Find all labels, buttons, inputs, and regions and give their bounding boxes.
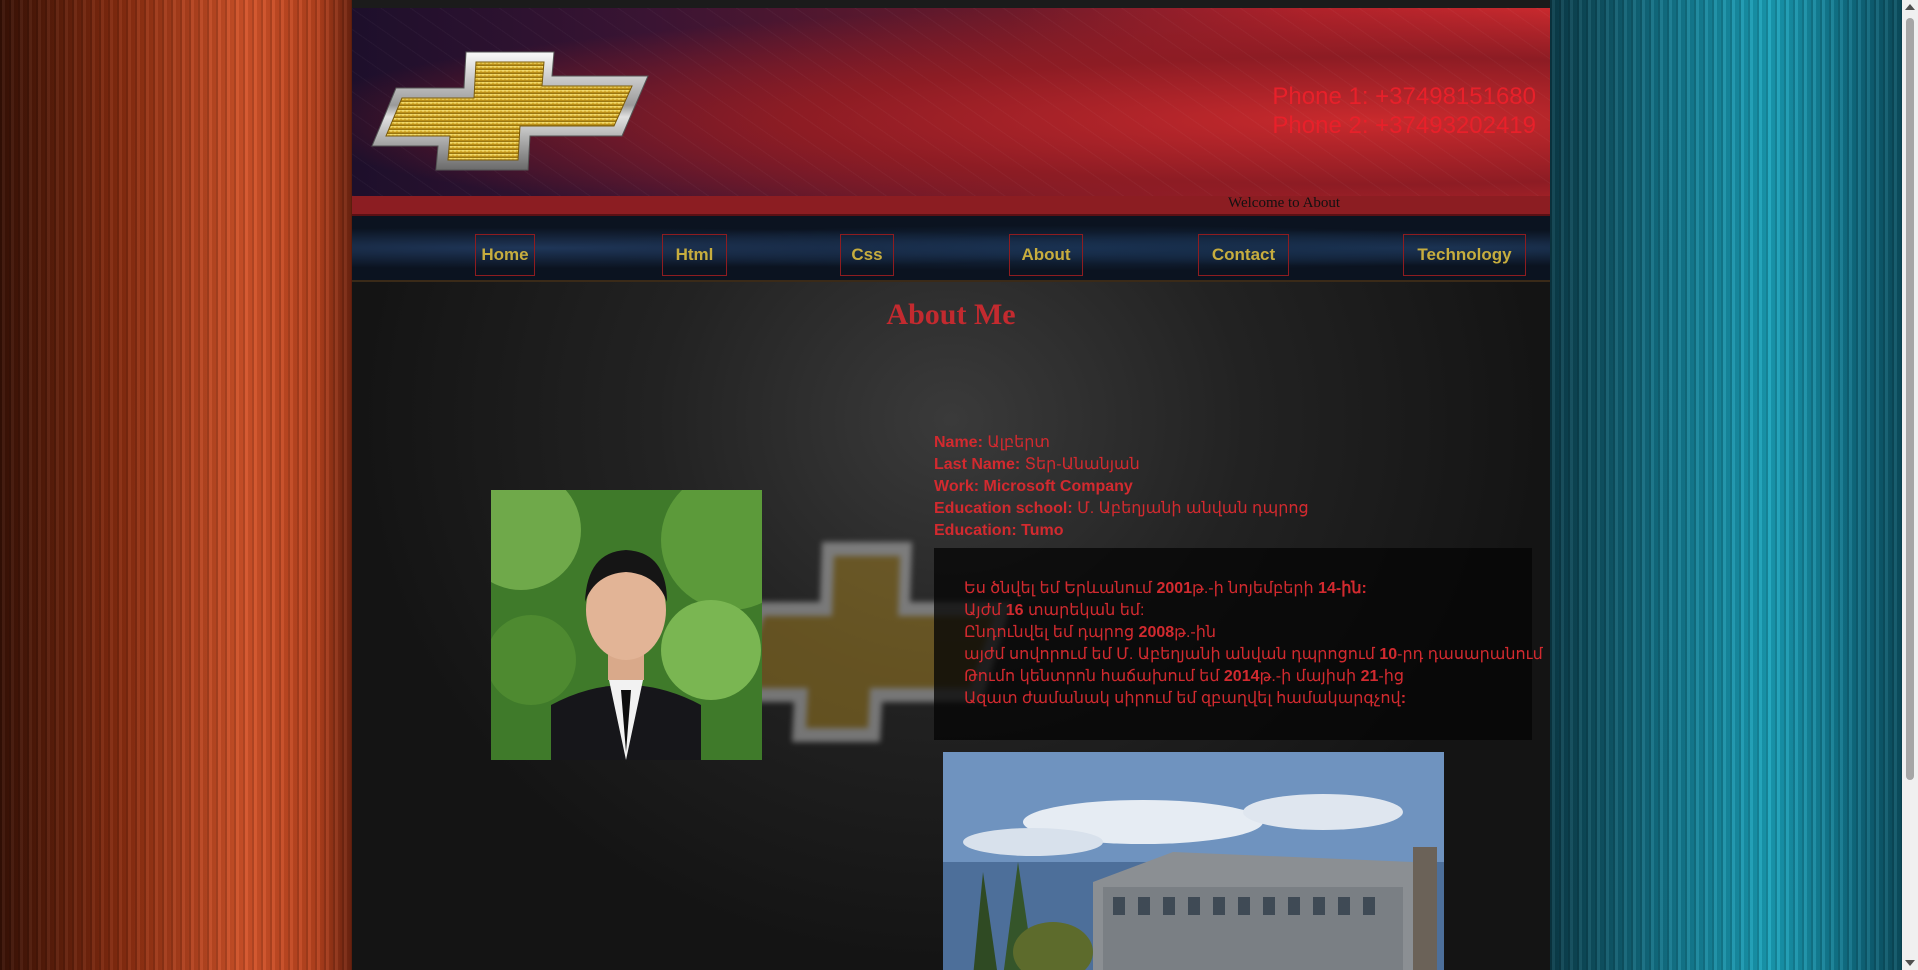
chevrolet-logo-icon [371,51,649,171]
nav-about[interactable]: About [1009,234,1083,276]
page-title: About Me [886,298,1016,331]
page-container: Phone 1: +37498151680 Phone 2: +37493202… [352,8,1550,970]
nav-home[interactable]: Home [475,234,535,276]
bio-line-3: Ընդունվել եմ դպրոց 2008թ.-ին [964,624,1217,641]
bio-box: Ես ծնվել եմ Երևանում 2001թ.-ի նոյեմբերի … [934,548,1543,740]
nav-contact[interactable]: Contact [1198,234,1289,276]
info-education: Education: Tumo [934,522,1064,539]
scroll-down-arrow-icon[interactable] [1905,960,1915,966]
phone-1: Phone 1: +37498151680 [1272,83,1536,110]
bio-line-4: այժմ սովորում եմ Մ. Աբեղյանի անվան դպրոց… [964,646,1543,663]
background-right [1550,0,1918,970]
welcome-text: Welcome to About [1228,195,1341,211]
bio-line-2: Այժմ 16 տարեկան եմ: [964,602,1145,619]
phone-numbers: Phone 1: +37498151680 Phone 2: +37493202… [1272,82,1536,140]
building-photo [943,752,1444,970]
info-school: Education school: Մ. Աբեղյանի անվան դպրո… [934,500,1309,517]
bio-line-1: Ես ծնվել եմ Երևանում 2001թ.-ի նոյեմբերի … [964,580,1367,597]
phone-2: Phone 2: +37493202419 [1272,112,1536,139]
nav-html[interactable]: Html [662,234,727,276]
main-content: About Me Name: Ալբերտ Last Name: Տեր-Անա… [352,282,1550,970]
bio-text: Ես ծնվել եմ Երևանում 2001թ.-ի նոյեմբերի … [964,578,1543,710]
nav-technology[interactable]: Technology [1403,234,1526,276]
scroll-thumb[interactable] [1906,18,1914,780]
info-work: Work: Microsoft Company [934,478,1133,495]
info-name: Name: Ալբերտ [934,434,1050,451]
scroll-up-arrow-icon[interactable] [1905,4,1915,10]
info-lastname: Last Name: Տեր-Անանյան [934,456,1140,473]
main-nav: Home Html Css About Contact Technology [352,216,1550,282]
profile-photo [491,490,762,760]
vertical-scrollbar[interactable] [1902,0,1918,970]
info-block: Name: Ալբերտ Last Name: Տեր-Անանյան Work… [934,432,1309,542]
bio-line-5: Թումո կենտրոն հաճախում եմ 2014թ.-ի մայիս… [964,668,1405,685]
welcome-bar: Welcome to About [352,195,1550,216]
bio-line-6: Ազատ ժամանակ սիրում եմ զբաղվել համակարգչ… [964,690,1407,707]
header: Phone 1: +37498151680 Phone 2: +37493202… [352,8,1550,196]
background-left [0,0,352,970]
nav-css[interactable]: Css [840,234,894,276]
